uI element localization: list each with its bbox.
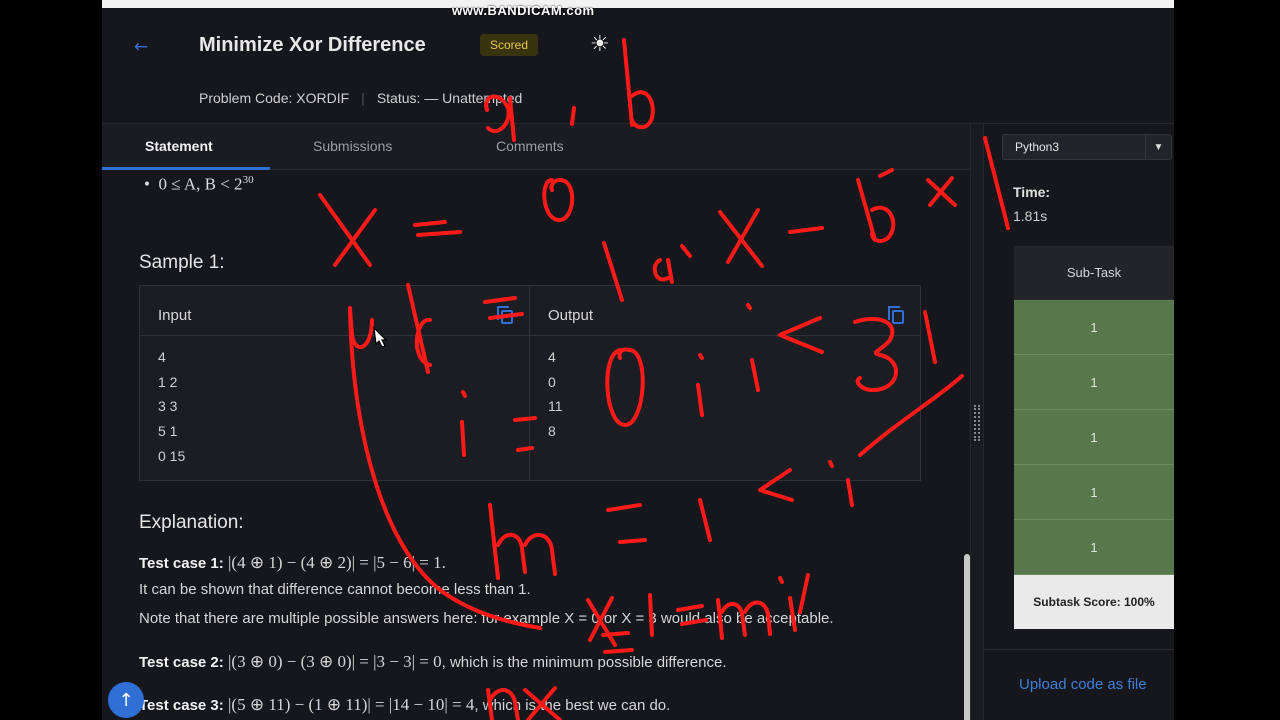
time-value: 1.81s xyxy=(1013,208,1048,224)
output-line: 11 xyxy=(548,398,563,415)
explanation-line-3: Note that there are multiple possible an… xyxy=(139,610,834,627)
input-label: Input xyxy=(158,307,192,324)
language-select[interactable]: Python3 ▼ xyxy=(1002,134,1172,160)
copy-input-icon[interactable] xyxy=(497,306,513,324)
tab-comments[interactable]: Comments xyxy=(496,138,564,154)
top-strip xyxy=(102,0,1174,8)
test-case-3: Test case 3: |(5 ⊕ 11) − (1 ⊕ 11)| = |14… xyxy=(139,695,670,715)
upload-code-link[interactable]: Upload code as file xyxy=(1019,676,1147,693)
input-header: Input xyxy=(140,286,529,336)
test-case-1: Test case 1: |(4 ⊕ 1) − (4 ⊕ 2)| = |5 − … xyxy=(139,553,446,573)
chevron-down-icon[interactable]: ▼ xyxy=(1145,135,1171,159)
time-label: Time: xyxy=(1013,184,1051,200)
output-line: 0 xyxy=(548,373,556,390)
input-line: 4 xyxy=(158,349,166,365)
back-arrow-icon[interactable]: ← xyxy=(126,32,156,62)
scored-badge: Scored xyxy=(480,34,539,56)
test-case-2: Test case 2: |(3 ⊕ 0) − (3 ⊕ 0)| = |3 − … xyxy=(139,652,727,672)
output-label: Output xyxy=(548,307,594,324)
subtask-table: Sub-Task 1 1 1 1 1 Subtask Score: 100% xyxy=(1014,246,1174,629)
sample-output: Output 4 0 11 8 xyxy=(530,286,920,480)
test-case-1-math: |(4 ⊕ 1) − (4 ⊕ 2)| = |5 − 6| = 1. xyxy=(223,553,446,572)
test-case-3-rest: , which is the best we can do. xyxy=(474,697,671,714)
language-value: Python3 xyxy=(1015,140,1060,154)
test-case-3-math: |(5 ⊕ 11) − (1 ⊕ 11)| = |14 − 10| = 4 xyxy=(223,695,475,714)
explanation-title: Explanation: xyxy=(139,512,244,533)
sample-input: Input 4 1 2 3 3 5 1 0 15 xyxy=(140,286,530,480)
problem-header: ← Minimize Xor Difference Scored ☀ Probl… xyxy=(102,8,1174,124)
input-line: 0 15 xyxy=(158,447,186,464)
subtask-header: Sub-Task xyxy=(1014,246,1174,300)
test-case-2-math: |(3 ⊕ 0) − (3 ⊕ 0)| = |3 − 3| = 0 xyxy=(223,652,442,671)
test-case-2-rest: , which is the minimum possible differen… xyxy=(441,654,727,671)
explanation-line-2: It can be shown that difference cannot b… xyxy=(139,581,531,598)
tab-submissions[interactable]: Submissions xyxy=(313,138,392,154)
output-lines: 4 0 11 8 xyxy=(530,336,920,453)
input-lines: 4 1 2 3 3 5 1 0 15 xyxy=(140,336,529,477)
tab-statement[interactable]: Statement xyxy=(145,138,213,154)
problem-meta: Problem Code: XORDIF | Status: — Unattem… xyxy=(199,90,522,106)
subtask-row: 1 xyxy=(1014,300,1174,355)
mouse-cursor-icon xyxy=(373,326,388,348)
panel-resize-handle[interactable] xyxy=(974,405,980,441)
subtask-row: 1 xyxy=(1014,465,1174,520)
recorder-watermark: www.BANDICAM.com xyxy=(452,3,595,18)
submission-panel: Python3 ▼ Time: 1.81s Sub-Task 1 1 1 1 1… xyxy=(984,124,1174,720)
upload-separator xyxy=(984,649,1174,650)
scroll-to-top-arrow-icon[interactable]: ↑ xyxy=(108,682,144,718)
statement-panel: • 0 ≤ A, B < 230 Sample 1: Input 4 1 2 3… xyxy=(102,170,970,720)
input-line: 3 3 xyxy=(158,398,178,415)
problem-status: Status: — Unattempted xyxy=(376,90,523,106)
constraint-text: 0 ≤ A, B < 2 xyxy=(158,174,243,194)
problem-tabs: Statement Submissions Comments xyxy=(102,124,972,170)
subtask-score: Subtask Score: 100% xyxy=(1014,575,1174,629)
output-header: Output xyxy=(530,286,920,336)
problem-title: Minimize Xor Difference xyxy=(199,34,426,56)
copy-output-icon[interactable] xyxy=(888,306,904,324)
meta-separator: | xyxy=(361,90,365,106)
constraint-exponent: 30 xyxy=(242,174,254,186)
subtask-row: 1 xyxy=(1014,520,1174,575)
problem-code: Problem Code: XORDIF xyxy=(199,90,350,106)
subtask-row: 1 xyxy=(1014,355,1174,410)
test-case-1-label: Test case 1: xyxy=(139,555,224,572)
output-line: 4 xyxy=(548,349,556,365)
screen-frame: ← Minimize Xor Difference Scored ☀ Probl… xyxy=(102,0,1174,720)
test-case-2-label: Test case 2: xyxy=(139,654,224,671)
test-case-3-label: Test case 3: xyxy=(139,697,224,714)
output-line: 8 xyxy=(548,423,556,440)
subtask-row: 1 xyxy=(1014,410,1174,465)
sample-title: Sample 1: xyxy=(139,252,225,273)
theme-toggle-sun-icon[interactable]: ☀ xyxy=(590,32,610,57)
input-line: 1 2 xyxy=(158,373,178,390)
constraint-item: • 0 ≤ A, B < 230 xyxy=(144,174,254,194)
input-line: 5 1 xyxy=(158,423,178,440)
sample-box: Input 4 1 2 3 3 5 1 0 15 Output 4 0 11 8 xyxy=(139,285,921,481)
